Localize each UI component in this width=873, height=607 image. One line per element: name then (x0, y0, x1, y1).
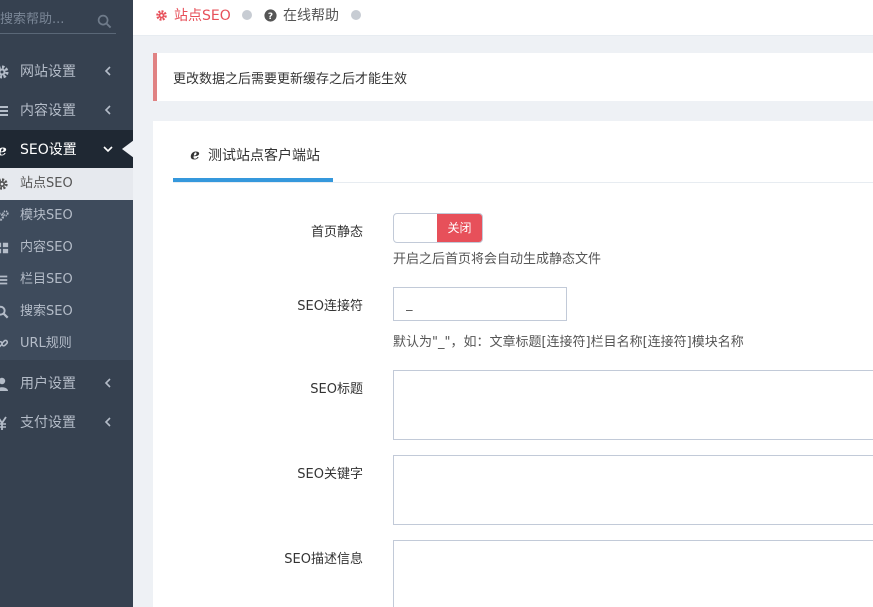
seo-description-textarea[interactable] (393, 540, 873, 607)
breadcrumb-separator (351, 10, 361, 20)
seo-keywords-textarea[interactable] (393, 455, 873, 525)
seo-description-label: SEO描述信息 (284, 552, 363, 567)
chevron-left-icon (104, 66, 111, 76)
static-homepage-help: 开启之后首页将会自动生成静态文件 (393, 252, 602, 267)
tab-test-site-client[interactable]: e 测试站点客户端站 (173, 121, 333, 182)
sidebar-menu: 网站设置 内容设置 e SEO设置 站点SEO 模块SEO 内容SEO (0, 52, 133, 360)
sidebar-subitem-label: 站点SEO (20, 176, 73, 191)
breadcrumb-online-help[interactable]: ? 在线帮助 (264, 6, 339, 24)
breadcrumb-label: 站点SEO (174, 8, 231, 24)
seo-connector-input[interactable] (393, 287, 567, 321)
sidebar-subitem-search-seo[interactable]: 搜索SEO (0, 296, 133, 328)
list-icon (0, 106, 8, 116)
link-icon (0, 339, 9, 348)
sidebar-subitem-module-seo[interactable]: 模块SEO (0, 200, 133, 232)
seo-form-panel: e 测试站点客户端站 首页静态 关闭 开启之后首页将会自动生成静态文件 SEO连… (153, 121, 873, 607)
sidebar-subitem-url-rules[interactable]: URL规则 (0, 328, 133, 360)
seo-connector-help: 默认为"_"，如：文章标题[连接符]栏目名称[连接符]模块名称 (393, 335, 744, 350)
gear-icon (0, 178, 8, 190)
chevron-left-icon (104, 105, 111, 115)
static-homepage-label: 首页静态 (310, 225, 363, 240)
sidebar-subitem-label: 内容SEO (20, 240, 73, 255)
gear-icon (156, 9, 167, 21)
breadcrumb-site-seo[interactable]: 站点SEO (155, 6, 231, 24)
sidebar-item-label: 网站设置 (20, 64, 76, 80)
sidebar-item-label: 支付设置 (20, 415, 76, 431)
svg-text:e: e (190, 146, 200, 162)
chevron-down-icon (103, 146, 113, 153)
sidebar-subitem-label: 模块SEO (20, 208, 73, 223)
seo-keywords-label: SEO关键字 (297, 467, 363, 482)
sidebar-item-label: SEO设置 (20, 142, 77, 158)
sidebar-subitem-site-seo[interactable]: 站点SEO (0, 168, 133, 200)
svg-text:e: e (0, 142, 7, 158)
sidebar-item-user-settings[interactable]: 用户设置 (0, 364, 133, 403)
breadcrumb-label: 在线帮助 (283, 8, 339, 24)
gear-icon (0, 65, 9, 79)
search-icon[interactable] (97, 14, 112, 29)
sidebar-item-seo-settings[interactable]: e SEO设置 (0, 130, 133, 168)
seo-connector-label: SEO连接符 (297, 299, 363, 314)
user-icon (0, 377, 8, 391)
search-icon (0, 305, 9, 319)
tab-divider (173, 182, 873, 183)
chevron-left-icon (104, 378, 111, 388)
sidebar-subitem-label: 搜索SEO (20, 304, 73, 319)
sidebar-subitem-category-seo[interactable]: 栏目SEO (0, 264, 133, 296)
sidebar-item-site-settings[interactable]: 网站设置 (0, 52, 133, 91)
ie-icon: e (0, 142, 7, 158)
ie-icon: e (190, 146, 200, 162)
sidebar: 网站设置 内容设置 e SEO设置 站点SEO 模块SEO 内容SEO (0, 0, 133, 607)
list-icon (0, 275, 8, 285)
toggle-off-label: 关闭 (437, 214, 482, 242)
chevron-left-icon (104, 417, 111, 427)
breadcrumb-separator (242, 10, 252, 20)
sidebar-subitem-label: URL规则 (20, 336, 72, 351)
breadcrumb: 站点SEO ? 在线帮助 (133, 0, 873, 36)
sidebar-subitem-content-seo[interactable]: 内容SEO (0, 232, 133, 264)
svg-text:?: ? (268, 11, 273, 21)
seo-title-label: SEO标题 (310, 382, 363, 397)
sidebar-item-label: 内容设置 (20, 103, 76, 119)
sidebar-search (0, 0, 133, 45)
grid-icon (0, 242, 9, 254)
seo-title-textarea[interactable] (393, 370, 873, 440)
sidebar-menu-rest: 用户设置 支付设置 (0, 364, 133, 442)
alert-text: 更改数据之后需要更新缓存之后才能生效 (173, 72, 408, 87)
question-circle-icon: ? (264, 8, 277, 21)
sidebar-item-label: 用户设置 (20, 376, 76, 392)
rmb-icon (0, 416, 7, 430)
tab-label: 测试站点客户端站 (208, 148, 320, 164)
sidebar-item-content-settings[interactable]: 内容设置 (0, 91, 133, 130)
sidebar-subitem-label: 栏目SEO (20, 272, 73, 287)
static-homepage-toggle[interactable]: 关闭 (393, 213, 483, 243)
sidebar-item-payment-settings[interactable]: 支付设置 (0, 403, 133, 442)
sidebar-submenu: 站点SEO 模块SEO 内容SEO 栏目SEO 搜索SEO URL规则 (0, 168, 133, 360)
cogs-icon (0, 210, 9, 221)
cache-notice-alert: 更改数据之后需要更新缓存之后才能生效 (153, 53, 873, 101)
